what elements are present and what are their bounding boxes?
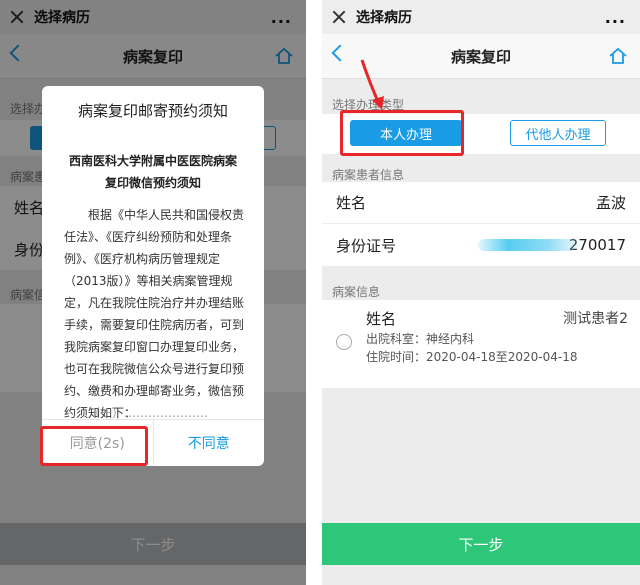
more-icon[interactable]: ...: [605, 8, 626, 27]
name-label: 姓名: [336, 194, 367, 212]
record-name-label: 姓名: [366, 310, 397, 328]
dialog-body-overflow: （一）…………………: [88, 406, 209, 418]
next-button[interactable]: 下一步: [322, 523, 640, 565]
record-time: 住院时间：2020-04-18至2020-04-18: [366, 350, 578, 364]
patient-block: 姓名 孟波 身份证号 270017: [322, 182, 640, 266]
disagree-button[interactable]: 不同意: [154, 420, 265, 466]
dialog-title: 病案复印邮寄预约须知: [77, 102, 228, 120]
arrow-icon: [360, 59, 384, 110]
wechat-title: 选择病历: [356, 10, 412, 26]
section-label-record: 病案信息: [332, 285, 381, 299]
section-label-patient: 病案患者信息: [332, 168, 405, 182]
dialog-subtitle: 西南医科大学附属中医医院病案复印微信预约须知: [68, 154, 237, 190]
back-icon[interactable]: [331, 44, 349, 62]
right-screen: 选择病历 ... 病案复印 选择办理类型 本人办理 代他人办理 病案患者信息 姓…: [322, 0, 640, 585]
redaction-blur: [478, 239, 578, 251]
notice-dialog: 病案复印邮寄预约须知 西南医科大学附属中医医院病案复印微信预约须知 根据《中华人…: [42, 86, 264, 466]
highlight-box-self: [340, 110, 464, 156]
page-title: 病案复印: [450, 47, 511, 66]
dialog-body: 根据《中华人民共和国侵权责任法》、《医疗纠纷预防和处理条例》、《医疗机构病历管理…: [64, 208, 245, 420]
highlight-box-agree: [40, 426, 148, 466]
close-icon[interactable]: [332, 10, 346, 24]
record-radio[interactable]: [336, 334, 352, 350]
home-icon[interactable]: [608, 46, 628, 66]
patient-name-row: 姓名 孟波: [322, 182, 640, 224]
other-button[interactable]: 代他人办理: [510, 120, 606, 146]
id-label: 身份证号: [336, 236, 397, 255]
record-name-value: 测试患者2: [563, 311, 628, 327]
record-dept: 出院科室：神经内科: [366, 332, 475, 346]
record-item[interactable]: 姓名 测试患者2 出院科室：神经内科 住院时间：2020-04-18至2020-…: [322, 300, 640, 388]
wechat-titlebar: 选择病历 ...: [322, 0, 640, 34]
name-value: 孟波: [595, 194, 626, 212]
left-screen: 选择病历 ... 病案复印 选择办 病案患 姓名 身份证 病案信 下一步 病案复…: [0, 0, 306, 585]
